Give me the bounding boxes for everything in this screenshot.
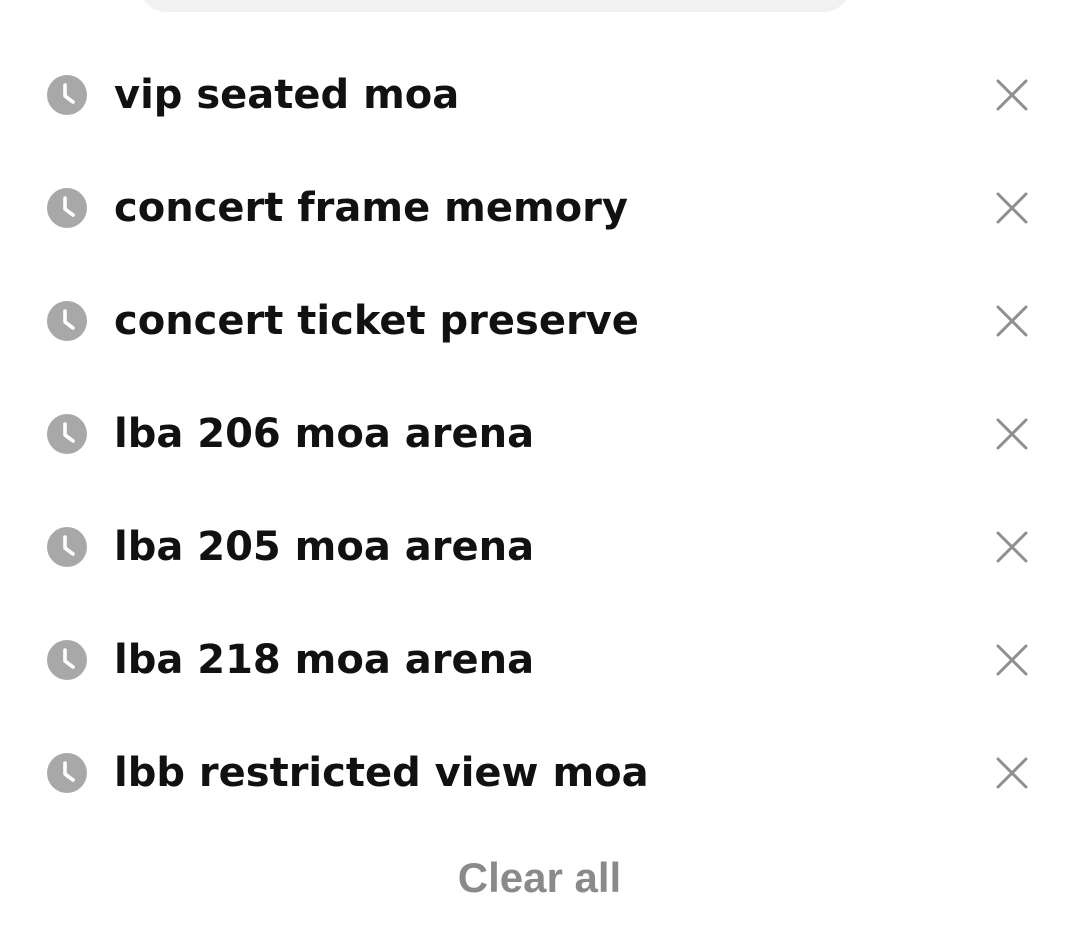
history-item[interactable]: lba 206 moa arena [0, 394, 1079, 474]
history-item-label: concert frame memory [114, 185, 628, 231]
search-bar[interactable] [140, 0, 850, 12]
clock-icon [47, 527, 87, 567]
history-item-label: lbb restricted view moa [114, 750, 649, 796]
history-item[interactable]: concert ticket preserve [0, 281, 1079, 361]
close-icon [996, 305, 1028, 337]
close-icon [996, 531, 1028, 563]
clock-icon [47, 301, 87, 341]
close-icon [996, 79, 1028, 111]
close-icon [996, 192, 1028, 224]
remove-history-button[interactable] [988, 410, 1036, 458]
history-item[interactable]: lba 205 moa arena [0, 507, 1079, 587]
clock-icon [47, 753, 87, 793]
close-icon [996, 644, 1028, 676]
remove-history-button[interactable] [988, 636, 1036, 684]
clock-icon [47, 188, 87, 228]
history-item-label: vip seated moa [114, 72, 460, 118]
remove-history-button[interactable] [988, 297, 1036, 345]
remove-history-button[interactable] [988, 184, 1036, 232]
clear-all-button[interactable]: Clear all [0, 855, 1079, 901]
close-icon [996, 757, 1028, 789]
clock-icon [47, 640, 87, 680]
clock-icon [47, 75, 87, 115]
history-item[interactable]: concert frame memory [0, 168, 1079, 248]
history-item[interactable]: lbb restricted view moa [0, 733, 1079, 813]
history-item-label: lba 206 moa arena [114, 411, 535, 457]
remove-history-button[interactable] [988, 749, 1036, 797]
clock-icon [47, 414, 87, 454]
history-item-label: lba 218 moa arena [114, 637, 535, 683]
history-item[interactable]: vip seated moa [0, 55, 1079, 135]
remove-history-button[interactable] [988, 523, 1036, 571]
history-item-label: concert ticket preserve [114, 298, 639, 344]
history-item[interactable]: lba 218 moa arena [0, 620, 1079, 700]
close-icon [996, 418, 1028, 450]
remove-history-button[interactable] [988, 71, 1036, 119]
history-item-label: lba 205 moa arena [114, 524, 535, 570]
